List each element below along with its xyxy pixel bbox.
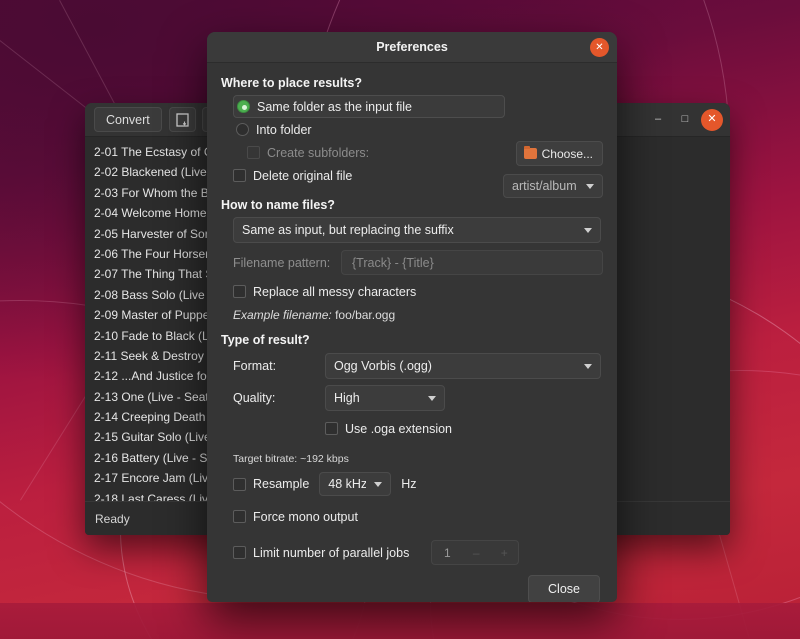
close-button-label: Close	[548, 582, 580, 596]
checkbox-limit-jobs-label: Limit number of parallel jobs	[253, 546, 409, 560]
resample-rate-select[interactable]: 48 kHz	[319, 472, 391, 496]
section-heading-naming: How to name files?	[221, 198, 603, 212]
desktop: Convert – □ ✕	[0, 0, 800, 639]
quality-value: High	[334, 391, 420, 405]
chevron-down-icon	[584, 364, 592, 369]
radio-unselected-icon	[236, 123, 249, 136]
page-title: Preferences	[376, 40, 448, 54]
format-label: Format:	[233, 359, 325, 373]
checkbox-icon	[325, 422, 338, 435]
quality-select[interactable]: High	[325, 385, 445, 411]
add-file-button[interactable]	[169, 107, 196, 132]
checkbox-icon	[233, 169, 246, 182]
wallpaper-bottom-band	[0, 603, 800, 639]
parallel-jobs-value: 1	[432, 546, 462, 560]
filename-pattern-placeholder: {Track} - {Title}	[352, 256, 434, 270]
checkbox-icon	[247, 146, 260, 159]
radio-into-folder-label: Into folder	[256, 123, 312, 137]
filename-pattern-row: Filename pattern: {Track} - {Title}	[233, 250, 603, 275]
parallel-jobs-stepper[interactable]: 1 – +	[431, 540, 519, 565]
section-heading-where: Where to place results?	[221, 76, 603, 90]
checkbox-force-mono[interactable]: Force mono output	[233, 505, 603, 528]
naming-mode-value: Same as input, but replacing the suffix	[242, 223, 576, 237]
preferences-footer: Close	[207, 565, 617, 602]
target-bitrate-text: Target bitrate: ~192 kbps	[233, 453, 603, 465]
folder-icon	[524, 148, 537, 159]
section-heading-result: Type of result?	[221, 333, 603, 347]
quality-row: Quality: High	[233, 385, 603, 411]
checkbox-resample[interactable]	[233, 478, 246, 491]
add-file-icon	[176, 113, 189, 127]
subfolder-pattern-value: artist/album	[512, 179, 578, 193]
choose-folder-label: Choose...	[542, 147, 593, 161]
minimize-icon: –	[655, 114, 661, 125]
checkbox-resample-label: Resample	[253, 477, 309, 491]
minimize-button[interactable]: –	[647, 109, 669, 131]
example-filename-label: Example filename:	[233, 308, 332, 322]
example-filename: Example filename: foo/bar.ogg	[233, 308, 603, 322]
choose-folder-button[interactable]: Choose...	[516, 141, 603, 166]
subfolder-pattern-select[interactable]: artist/album	[503, 174, 603, 198]
checkbox-icon	[233, 510, 246, 523]
parallel-jobs-row: Limit number of parallel jobs 1 – +	[233, 540, 603, 565]
preferences-body: Where to place results? Same folder as t…	[207, 63, 617, 565]
format-value: Ogg Vorbis (.ogg)	[334, 359, 576, 373]
close-icon: ✕	[595, 43, 603, 53]
hz-unit-label: Hz	[401, 477, 416, 491]
status-text: Ready	[95, 512, 130, 526]
quality-label: Quality:	[233, 391, 325, 405]
checkbox-oga-extension[interactable]: Use .oga extension	[325, 417, 603, 440]
convert-button-label: Convert	[106, 113, 150, 127]
close-button[interactable]: Close	[528, 575, 600, 602]
preferences-titlebar[interactable]: Preferences ✕	[207, 32, 617, 63]
maximize-icon: □	[682, 114, 689, 125]
filename-pattern-label: Filename pattern:	[233, 256, 341, 270]
format-row: Format: Ogg Vorbis (.ogg)	[233, 353, 603, 379]
resample-rate-value: 48 kHz	[328, 477, 366, 491]
chevron-down-icon	[374, 482, 382, 487]
format-select[interactable]: Ogg Vorbis (.ogg)	[325, 353, 601, 379]
checkbox-oga-extension-label: Use .oga extension	[345, 422, 452, 436]
checkbox-delete-original-label: Delete original file	[253, 169, 352, 183]
checkbox-replace-messy[interactable]: Replace all messy characters	[233, 280, 603, 303]
chevron-down-icon	[584, 228, 592, 233]
maximize-button[interactable]: □	[674, 109, 696, 131]
radio-into-folder[interactable]: Into folder	[233, 118, 603, 141]
converter-close-button[interactable]: ✕	[701, 109, 723, 131]
preferences-close-button[interactable]: ✕	[590, 38, 609, 57]
stepper-plus-icon[interactable]: +	[490, 546, 518, 560]
naming-mode-select[interactable]: Same as input, but replacing the suffix	[233, 217, 601, 243]
checkbox-replace-messy-label: Replace all messy characters	[253, 285, 416, 299]
chevron-down-icon	[586, 184, 594, 189]
radio-same-folder-label: Same folder as the input file	[257, 100, 412, 114]
checkbox-force-mono-label: Force mono output	[253, 510, 358, 524]
filename-pattern-input[interactable]: {Track} - {Title}	[341, 250, 603, 275]
chevron-down-icon	[428, 396, 436, 401]
radio-selected-icon	[237, 100, 250, 113]
resample-row: Resample 48 kHz Hz	[233, 472, 603, 496]
preferences-dialog[interactable]: Preferences ✕ Where to place results? Sa…	[207, 32, 617, 602]
checkbox-icon	[233, 285, 246, 298]
example-filename-value: foo/bar.ogg	[335, 308, 395, 322]
checkbox-create-subfolders-label: Create subfolders:	[267, 146, 369, 160]
checkbox-limit-jobs[interactable]	[233, 546, 246, 559]
convert-button[interactable]: Convert	[94, 107, 162, 132]
radio-same-folder[interactable]: Same folder as the input file	[233, 95, 505, 118]
stepper-minus-icon[interactable]: –	[462, 546, 490, 560]
close-icon: ✕	[707, 114, 716, 125]
